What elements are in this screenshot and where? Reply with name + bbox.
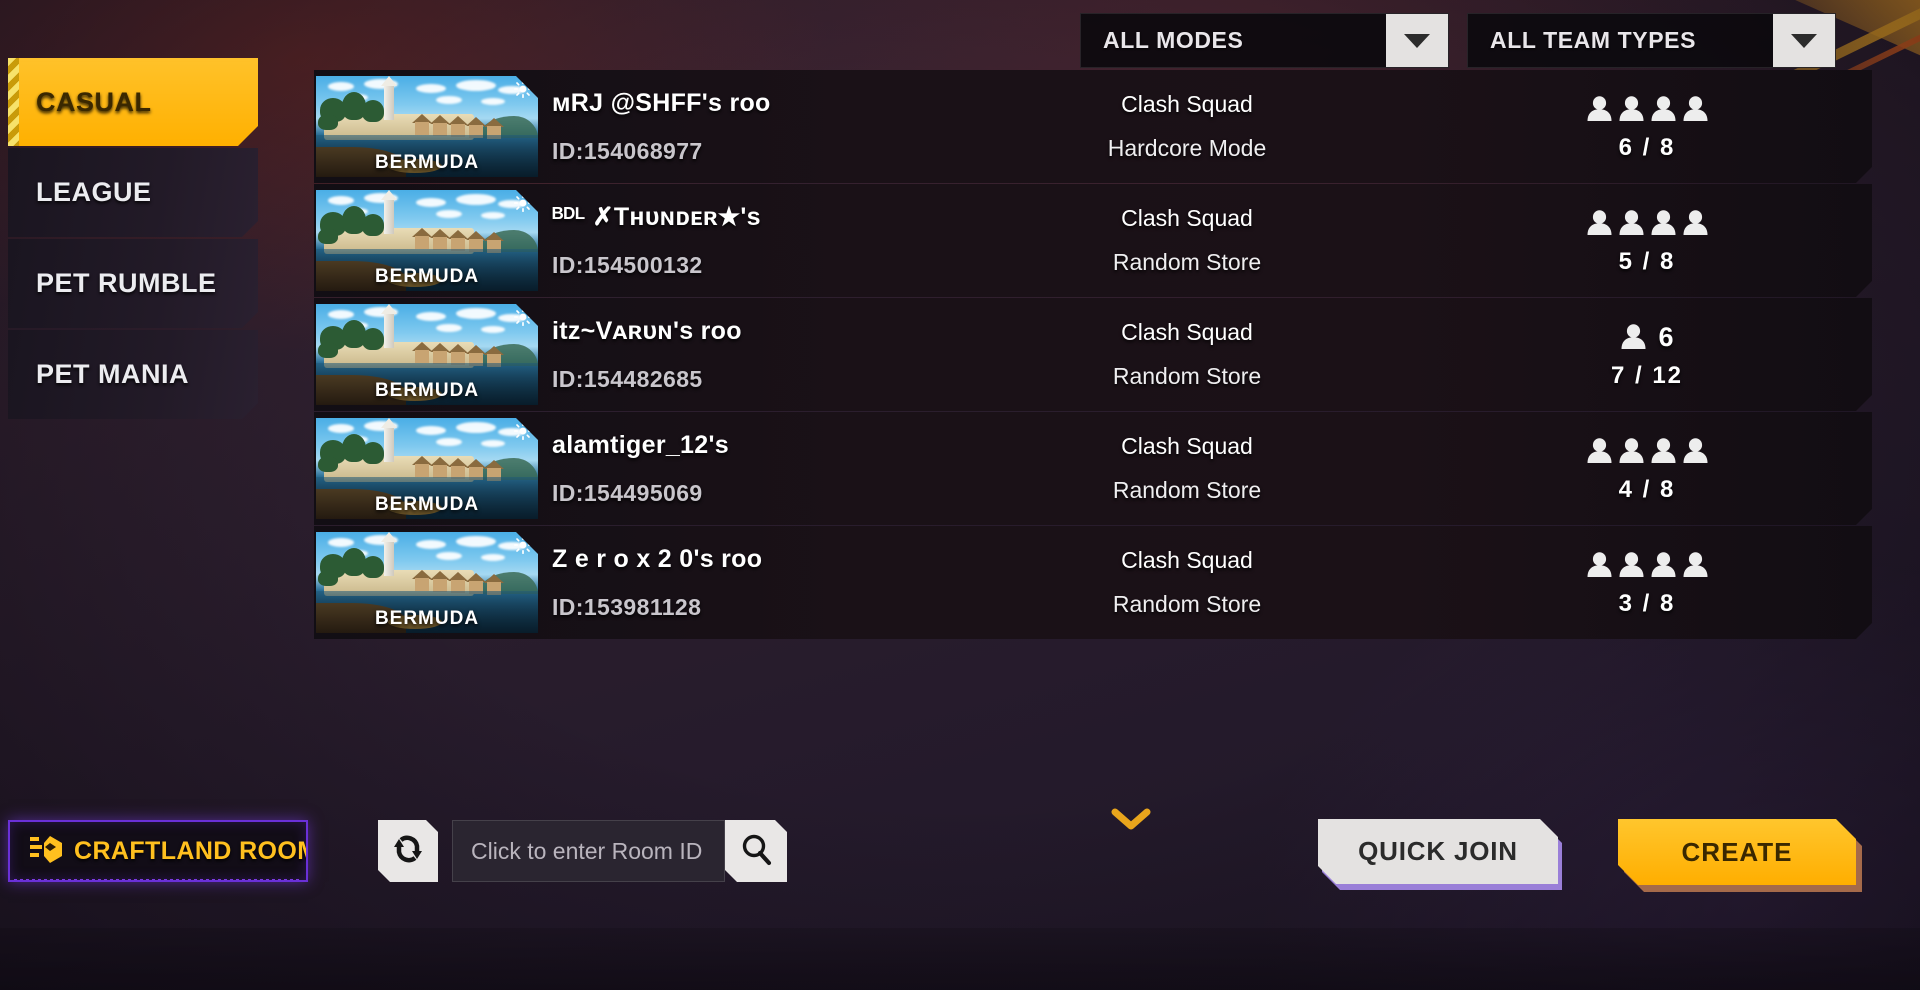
room-name: Z e r o x 2 0's roo [552, 544, 763, 573]
tab-casual[interactable]: CASUAL [8, 58, 258, 146]
room-list-item[interactable]: BERMUDA Z e r o x 2 0's roo ID:153981128 Cl… [314, 526, 1872, 639]
room-slots-block: 3 / 8 [1422, 548, 1872, 618]
mode-filter-label: ALL MODES [1103, 27, 1244, 53]
room-id: ID:154500132 [552, 252, 703, 278]
room-list[interactable]: BERMUDA ᴍRJ @SHFF's roo ID:154068977 Clash … [314, 70, 1872, 640]
room-name: ᴮᴰᴸ ✗Tʜᴜɴᴅᴇʀ★'s [552, 203, 761, 231]
room-submode: Random Store [1112, 591, 1262, 617]
filter-bar: ALL MODES ALL TEAM TYPES [1080, 13, 1836, 68]
room-name: alamtiger_12's [552, 430, 729, 459]
room-slot-count: 7 / 12 [1610, 361, 1684, 389]
room-list-item[interactable]: BERMUDA itz~Vᴀʀᴜɴ's roo ID:154482685 Clash … [314, 298, 1872, 411]
bottom-strip [0, 928, 1920, 990]
expand-list-chevron-down-icon[interactable] [1110, 806, 1152, 837]
craftland-rooms-button[interactable]: CRAFTLAND ROOMS [8, 820, 308, 882]
room-name-block: itz~Vᴀʀᴜɴ's roo ID:154482685 [552, 317, 952, 393]
room-map-label: BERMUDA [374, 152, 480, 173]
room-submode: Random Store [1112, 249, 1262, 275]
tab-league-label: LEAGUE [36, 177, 152, 207]
room-id-field[interactable] [452, 820, 725, 882]
player-icons [1586, 548, 1709, 578]
weather-sun-icon [514, 536, 532, 554]
player-icons [1586, 206, 1709, 236]
mode-tabs: CASUAL LEAGUE PET RUMBLE PET MANIA [8, 58, 258, 421]
create-button[interactable]: CREATE [1618, 819, 1856, 885]
room-list-item[interactable]: BERMUDA ᴍRJ @SHFF's roo ID:154068977 Clash … [314, 70, 1872, 183]
room-slots-block: 6 7 / 12 [1422, 320, 1872, 390]
room-id: ID:154482685 [552, 365, 703, 392]
refresh-icon [392, 832, 424, 871]
room-slot-count: 4 / 8 [1618, 475, 1676, 503]
weather-sun-icon [514, 80, 532, 98]
weather-sun-icon [514, 422, 532, 440]
tab-pet-mania[interactable]: PET MANIA [8, 330, 258, 419]
room-slots-block: 5 / 8 [1422, 206, 1872, 276]
room-mode-block: Clash Squad Random Store [952, 205, 1422, 276]
room-submode: Random Store [1112, 477, 1262, 503]
room-map-thumbnail: BERMUDA [316, 532, 538, 633]
room-name: itz~Vᴀʀᴜɴ's roo [552, 316, 742, 345]
player-icons: 6 [1620, 320, 1673, 350]
room-id-search [452, 820, 787, 882]
tab-league[interactable]: LEAGUE [8, 148, 258, 237]
room-name-block: ᴍRJ @SHFF's roo ID:154068977 [552, 89, 952, 165]
player-icons [1586, 92, 1709, 122]
room-slot-count: 3 / 8 [1618, 589, 1676, 617]
room-map-label: BERMUDA [374, 380, 480, 401]
room-mode: Clash Squad [1121, 433, 1253, 459]
room-id: ID:153981128 [552, 593, 702, 620]
room-map-label: BERMUDA [374, 608, 480, 629]
room-name-block: Z e r o x 2 0's roo ID:153981128 [552, 545, 952, 621]
room-mode: Clash Squad [1121, 205, 1253, 231]
refresh-button[interactable] [378, 820, 438, 882]
create-label: CREATE [1681, 836, 1793, 867]
room-id: ID:154495069 [552, 479, 703, 506]
chevron-down-icon[interactable] [1773, 14, 1835, 67]
tab-casual-label: CASUAL [36, 86, 152, 117]
room-slot-count: 5 / 8 [1618, 247, 1676, 275]
room-submode: Hardcore Mode [1107, 135, 1267, 161]
room-map-thumbnail: BERMUDA [316, 76, 538, 177]
player-icons [1586, 434, 1709, 464]
tab-pet-rumble-label: PET RUMBLE [36, 268, 217, 298]
room-mode-block: Clash Squad Random Store [952, 319, 1422, 390]
room-slots-block: 6 / 8 [1422, 92, 1872, 162]
quick-join-button[interactable]: QUICK JOIN [1318, 819, 1558, 884]
room-mode: Clash Squad [1121, 547, 1253, 573]
room-mode: Clash Squad [1121, 319, 1253, 345]
room-map-thumbnail: BERMUDA [316, 304, 538, 405]
room-mode-block: Clash Squad Hardcore Mode [952, 91, 1422, 162]
team-type-filter-dropdown[interactable]: ALL TEAM TYPES [1467, 13, 1836, 68]
room-extra-player-count: 6 [1658, 321, 1674, 352]
room-name-block: alamtiger_12's ID:154495069 [552, 431, 952, 507]
room-map-label: BERMUDA [374, 266, 480, 287]
weather-sun-icon [514, 194, 532, 212]
room-id-input[interactable] [471, 837, 724, 865]
room-map-thumbnail: BERMUDA [316, 418, 538, 519]
room-mode-block: Clash Squad Random Store [952, 433, 1422, 504]
craftland-cube-icon [30, 834, 64, 869]
weather-sun-icon [514, 308, 532, 326]
room-map-thumbnail: BERMUDA [316, 190, 538, 291]
room-list-item[interactable]: BERMUDA alamtiger_12's ID:154495069 Clash S… [314, 412, 1872, 525]
tab-pet-rumble[interactable]: PET RUMBLE [8, 239, 258, 328]
room-mode: Clash Squad [1121, 91, 1253, 117]
chevron-down-icon[interactable] [1386, 14, 1448, 67]
room-slots-block: 4 / 8 [1422, 434, 1872, 504]
room-submode: Random Store [1112, 363, 1262, 389]
room-map-label: BERMUDA [374, 494, 480, 515]
team-type-filter-label: ALL TEAM TYPES [1490, 27, 1697, 53]
room-id: ID:154068977 [552, 137, 703, 164]
craftland-rooms-label: CRAFTLAND ROOMS [74, 836, 306, 865]
room-list-item[interactable]: BERMUDA ᴮᴰᴸ ✗Tʜᴜɴᴅᴇʀ★'s ID:154500132 Clash … [314, 184, 1872, 297]
mode-filter-dropdown[interactable]: ALL MODES [1080, 13, 1449, 68]
room-slot-count: 6 / 8 [1618, 133, 1676, 161]
search-icon [739, 832, 773, 871]
tab-pet-mania-label: PET MANIA [36, 359, 189, 389]
search-button[interactable] [725, 820, 787, 882]
room-mode-block: Clash Squad Random Store [952, 547, 1422, 618]
room-name: ᴍRJ @SHFF's roo [552, 88, 771, 117]
quick-join-label: QUICK JOIN [1358, 836, 1518, 866]
room-name-block: ᴮᴰᴸ ✗Tʜᴜɴᴅᴇʀ★'s ID:154500132 [552, 202, 952, 279]
